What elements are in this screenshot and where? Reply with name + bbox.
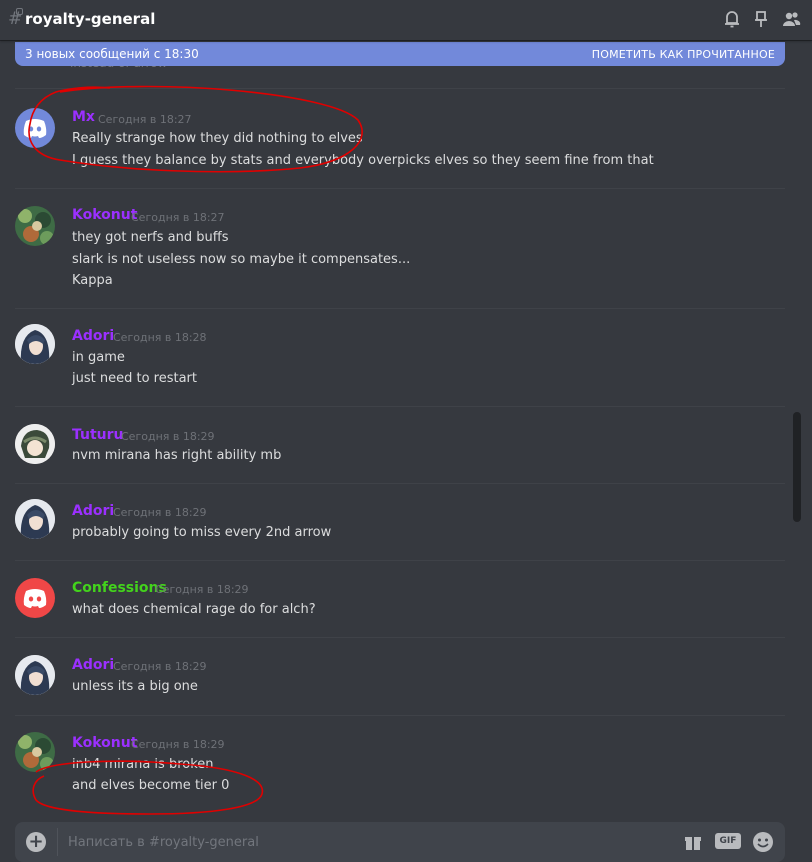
avatar[interactable] xyxy=(15,206,55,246)
channel-title: royalty-general xyxy=(25,10,156,28)
message-divider xyxy=(15,188,785,189)
message-author[interactable]: Adori xyxy=(72,503,114,519)
message-author[interactable]: Adori xyxy=(72,657,114,673)
gift-icon[interactable] xyxy=(683,832,703,852)
message-text: probably going to miss every 2nd arrow xyxy=(72,525,332,540)
message-divider xyxy=(15,88,785,89)
message-author[interactable]: Kokonut xyxy=(72,735,137,751)
message-timestamp: Сегодня в 18:28 xyxy=(113,331,207,344)
avatar-image xyxy=(15,655,55,695)
message-divider xyxy=(15,715,785,716)
avatar-image xyxy=(15,324,55,364)
message-timestamp: Сегодня в 18:29 xyxy=(113,506,207,519)
avatar[interactable] xyxy=(15,655,55,695)
bell-icon[interactable] xyxy=(722,9,742,29)
channel-header: # royalty-general xyxy=(0,0,812,40)
message-divider xyxy=(15,308,785,309)
message-timestamp: Сегодня в 18:27 xyxy=(131,211,225,224)
avatar[interactable] xyxy=(15,732,55,772)
message-timestamp: Сегодня в 18:29 xyxy=(121,430,215,443)
message-text: unless its a big one xyxy=(72,679,198,694)
message-author[interactable]: Mx xyxy=(72,109,95,125)
pin-icon[interactable] xyxy=(751,9,771,29)
message-text: in game xyxy=(72,350,125,365)
message-text: what does chemical rage do for alch? xyxy=(72,602,316,617)
message-text: Kappa xyxy=(72,273,113,288)
message-composer[interactable]: + Написать в #royalty-general GIF xyxy=(15,822,785,862)
message-divider xyxy=(15,560,785,561)
new-messages-text: 3 новых сообщений с 18:30 xyxy=(25,47,199,61)
avatar[interactable] xyxy=(15,108,55,148)
message-text: nvm mirana has right ability mb xyxy=(72,448,282,463)
emoji-icon[interactable] xyxy=(752,831,774,853)
message-timestamp: Сегодня в 18:29 xyxy=(131,738,225,751)
message-timestamp: Сегодня в 18:27 xyxy=(98,113,192,126)
avatar[interactable] xyxy=(15,424,55,464)
message-author[interactable]: Confessions xyxy=(72,580,167,596)
message-timestamp: Сегодня в 18:29 xyxy=(155,583,249,596)
message-text: they got nerfs and buffs xyxy=(72,230,229,245)
upload-button[interactable]: + xyxy=(26,832,46,852)
message-text: inb4 mirana is broken xyxy=(72,757,214,772)
scrollbar-thumb[interactable] xyxy=(793,412,801,522)
lock-icon xyxy=(16,8,23,15)
message-text: Really strange how they did nothing to e… xyxy=(72,131,363,146)
avatar-image xyxy=(15,732,55,772)
message-divider xyxy=(15,483,785,484)
message-text: I guess they balance by stats and everyb… xyxy=(72,153,654,168)
message-text: and elves become tier 0 xyxy=(72,778,230,793)
avatar-image xyxy=(15,424,55,464)
avatar-image xyxy=(15,206,55,246)
message-divider xyxy=(15,637,785,638)
message-author[interactable]: Adori xyxy=(72,328,114,344)
message-text: slark is not useless now so maybe it com… xyxy=(72,252,411,267)
composer-separator xyxy=(57,828,58,856)
avatar-image xyxy=(15,499,55,539)
avatar[interactable] xyxy=(15,324,55,364)
mark-as-read-button[interactable]: ПОМЕТИТЬ КАК ПРОЧИТАННОЕ xyxy=(592,48,775,61)
message-author[interactable]: Tuturu xyxy=(72,427,124,443)
message-timestamp: Сегодня в 18:29 xyxy=(113,660,207,673)
message-list: Mx Сегодня в 18:27 Really strange how th… xyxy=(0,40,790,820)
avatar[interactable] xyxy=(15,578,55,618)
new-messages-bar[interactable]: 3 новых сообщений с 18:30 ПОМЕТИТЬ КАК П… xyxy=(15,42,785,66)
discord-logo-icon xyxy=(23,119,47,138)
message-divider xyxy=(15,406,785,407)
discord-logo-icon xyxy=(23,589,47,608)
message-text: just need to restart xyxy=(72,371,197,386)
avatar[interactable] xyxy=(15,499,55,539)
members-icon[interactable] xyxy=(781,9,801,29)
message-author[interactable]: Kokonut xyxy=(72,207,137,223)
gif-button[interactable]: GIF xyxy=(715,833,741,849)
